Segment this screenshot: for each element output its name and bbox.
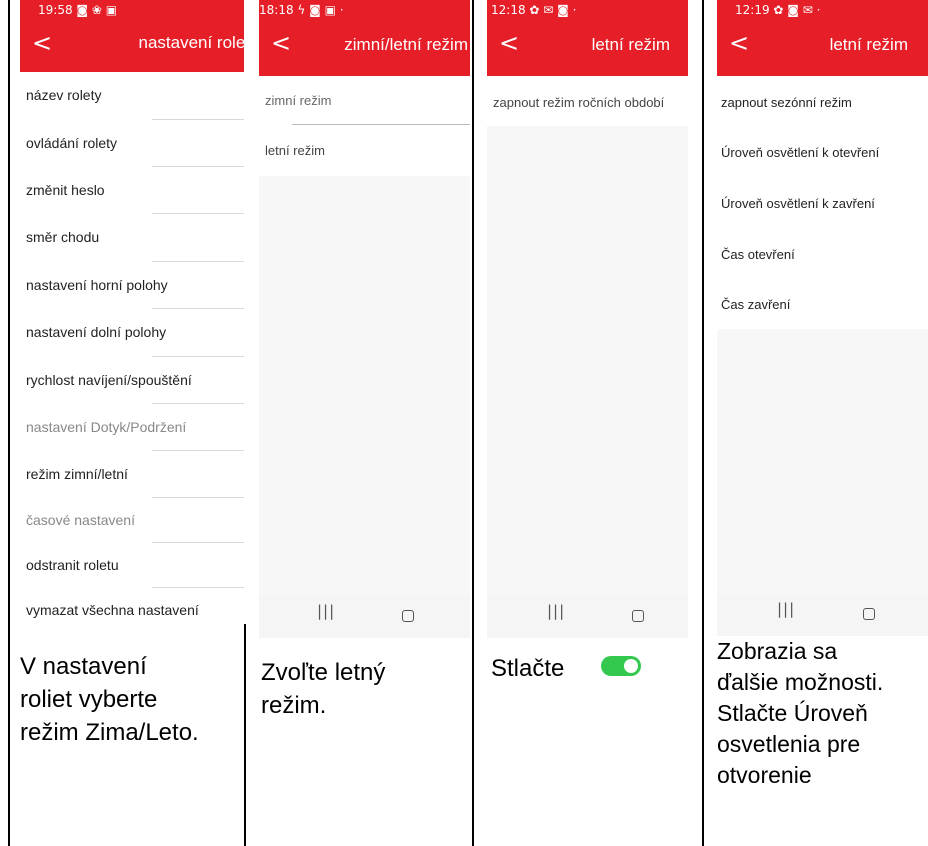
list-item[interactable]: letní režim (259, 125, 470, 175)
screen-title: letní režim (829, 35, 908, 54)
list-item[interactable]: zimní režim (259, 76, 470, 124)
status-bar: 18:18 ϟ ◙ ▣ · (259, 0, 470, 20)
back-chevron-icon[interactable]: < (499, 28, 519, 58)
settings-list: název rolety ovládání rolety změnit hesl… (20, 72, 244, 624)
screen-4: 12:19 ✿ ◙ ✉ · < letní režim zapnout sezó… (717, 0, 928, 788)
home-icon[interactable] (402, 610, 414, 622)
screen-3: 12:18 ✿ ✉ ◙ · < letní režim zapnout reži… (487, 0, 688, 682)
home-icon[interactable] (632, 610, 644, 622)
instruction-caption: V nastavení roliet vyberte režim Zima/Le… (20, 653, 199, 746)
list-item[interactable]: odstranit roletu (20, 543, 244, 587)
app-bar: < letní režim (487, 20, 688, 76)
recents-icon[interactable]: ||| (547, 602, 565, 620)
system-nav-bar: ||| (717, 594, 928, 636)
back-chevron-icon[interactable]: < (271, 28, 291, 58)
system-nav-bar: ||| (259, 596, 470, 638)
column-divider (702, 0, 704, 846)
screen-2: 18:18 ϟ ◙ ▣ · < zimní/letní režim zimní … (259, 0, 470, 719)
phone-screen-4: 12:19 ✿ ◙ ✉ · < letní režim zapnout sezó… (717, 0, 928, 636)
column-divider (472, 0, 474, 846)
status-bar: 12:19 ✿ ◙ ✉ · (717, 0, 928, 20)
list-item[interactable]: směr chodu (20, 214, 244, 261)
system-nav-bar: ||| (487, 596, 688, 638)
list-item[interactable]: zapnout sezónní režim (717, 76, 928, 126)
screen-1: 19:58 ◙ ❀ ▣ < nastavení rolet název role… (20, 0, 244, 746)
instruction-caption: Stlačte (491, 652, 681, 685)
list-item[interactable]: nastavení dolní polohy (20, 309, 244, 356)
back-chevron-icon[interactable]: < (729, 28, 749, 58)
list-item[interactable]: název rolety (20, 72, 244, 119)
list-item[interactable]: nastavení Dotyk/Podržení (20, 404, 244, 450)
screen-title: zimní/letní režim (344, 35, 468, 54)
list-item[interactable]: Čas otevření (717, 228, 928, 279)
back-chevron-icon[interactable]: < (32, 28, 52, 58)
home-icon[interactable] (863, 608, 875, 620)
app-bar: < letní režim (717, 20, 928, 76)
status-bar: 19:58 ◙ ❀ ▣ (20, 0, 244, 20)
list-item[interactable]: ovládání rolety (20, 120, 244, 166)
app-bar: < zimní/letní režim (259, 20, 470, 76)
list-item[interactable]: časové nastavení (20, 498, 244, 542)
recents-icon[interactable]: ||| (317, 602, 335, 620)
phone-screen-2: 18:18 ϟ ◙ ▣ · < zimní/letní režim zimní … (259, 0, 470, 638)
status-bar: 12:18 ✿ ✉ ◙ · (487, 0, 688, 20)
list-item[interactable]: rychlost navíjení/spouštění (20, 357, 244, 403)
phone-screen-3: 12:18 ✿ ✉ ◙ · < letní režim zapnout reži… (487, 0, 688, 638)
list-item[interactable]: změnit heslo (20, 167, 244, 213)
list-item[interactable]: Úroveň osvětlení k otevření (717, 126, 928, 177)
screen-title: nastavení rolet (138, 33, 244, 52)
list-item[interactable]: režim zimní/letní (20, 451, 244, 497)
column-divider (8, 0, 10, 846)
instruction-caption: Zobrazia sa ďalšie možnosti. Stlačte Úro… (717, 638, 884, 788)
phone-screen-1: 19:58 ◙ ❀ ▣ < nastavení rolet název role… (20, 0, 244, 624)
list-item[interactable]: Úroveň osvětlení k zavření (717, 177, 928, 228)
recents-icon[interactable]: ||| (777, 600, 795, 618)
instruction-caption: Zvoľte letný režim. (261, 659, 386, 719)
list-item[interactable]: zapnout režim ročních období (487, 76, 688, 126)
list-item[interactable]: vymazat všechna nastavení (20, 588, 244, 624)
column-divider (244, 624, 246, 846)
app-bar: < nastavení rolet (20, 20, 244, 72)
list-item[interactable]: nastavení horní polohy (20, 262, 244, 308)
list-item[interactable]: Čas zavření (717, 279, 928, 329)
toggle-on-icon (601, 655, 642, 676)
screen-title: letní režim (591, 35, 670, 54)
